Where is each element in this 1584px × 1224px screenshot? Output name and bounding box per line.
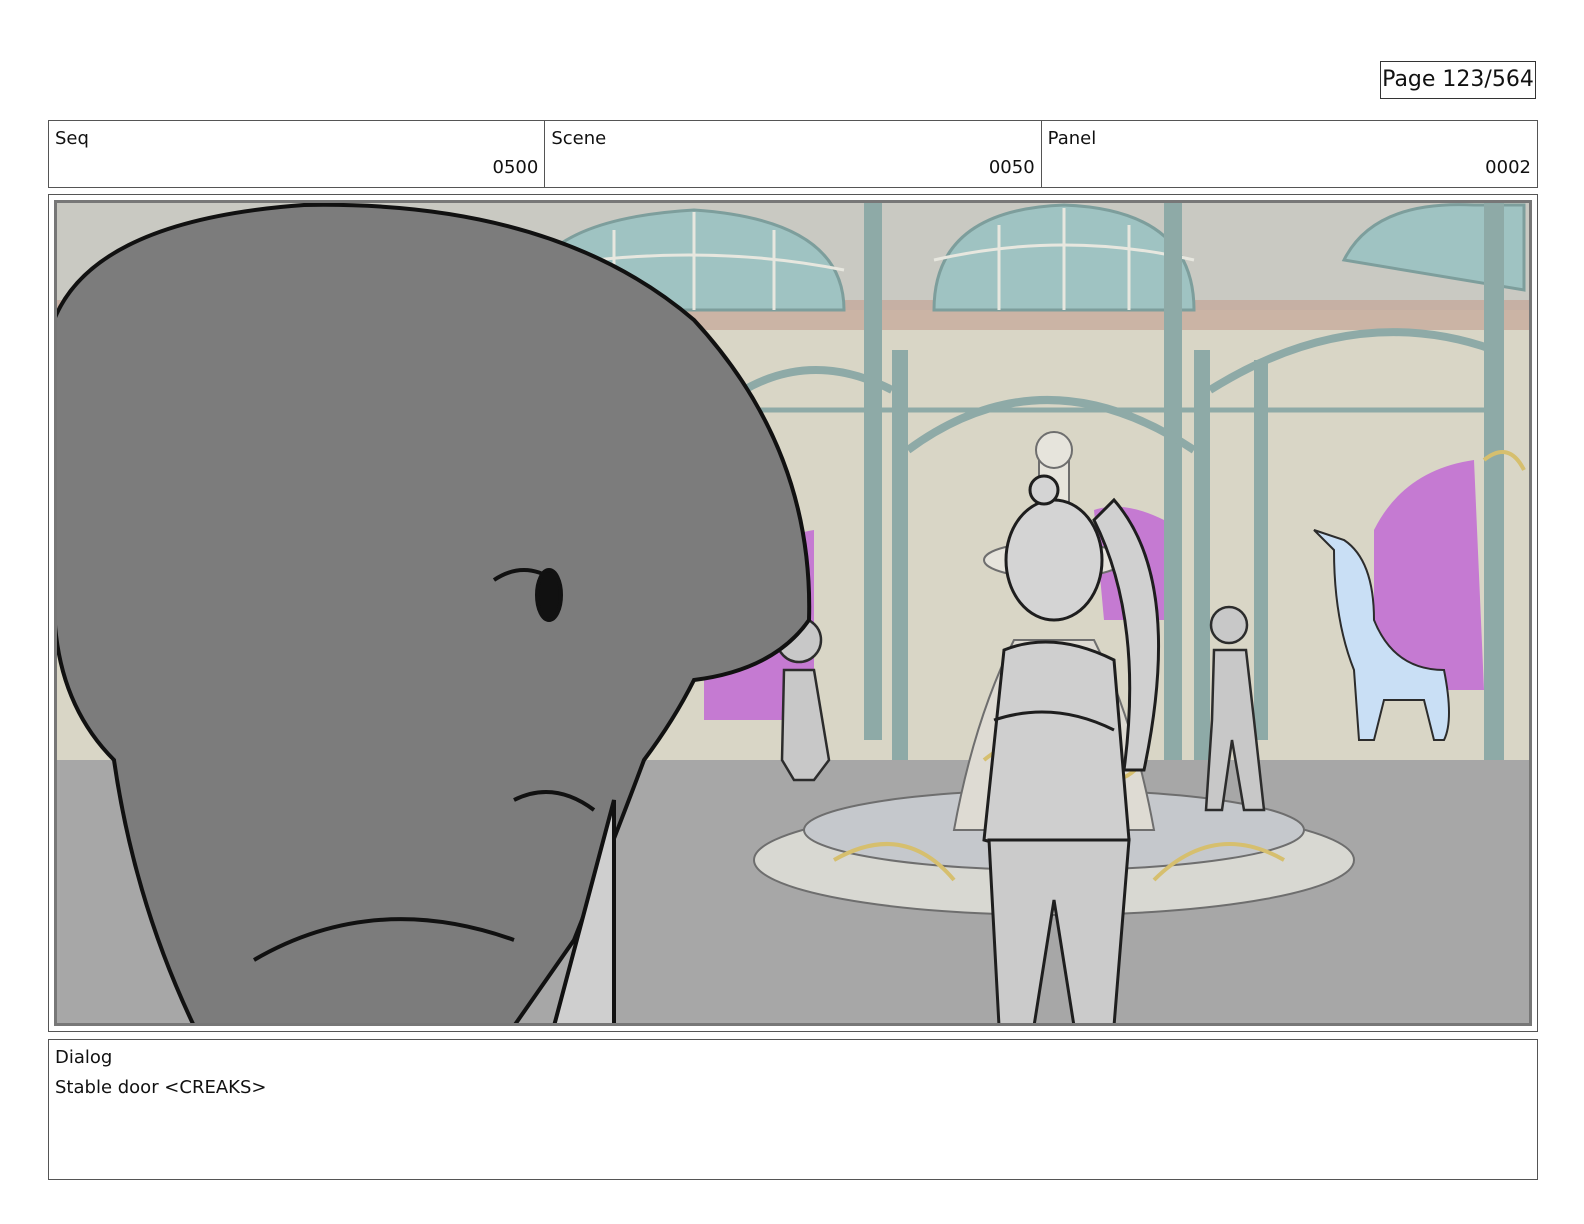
scene-cell: Scene 0050 bbox=[545, 121, 1042, 187]
scene-value: 0050 bbox=[988, 157, 1035, 178]
storyboard-frame bbox=[48, 194, 1538, 1032]
seq-value: 0500 bbox=[492, 157, 539, 178]
dialog-text: Stable door <CREAKS> bbox=[55, 1077, 267, 1098]
panel-value: 0002 bbox=[1485, 157, 1531, 178]
page-number: Page 123/564 bbox=[1380, 61, 1536, 99]
panel-label: Panel bbox=[1047, 128, 1097, 149]
dialog-box: Dialog Stable door <CREAKS> bbox=[48, 1039, 1538, 1180]
dialog-label: Dialog bbox=[55, 1047, 113, 1068]
scene-label: Scene bbox=[551, 128, 607, 149]
seq-label: Seq bbox=[55, 128, 89, 149]
storyboard-image bbox=[54, 200, 1532, 1026]
seq-cell: Seq 0500 bbox=[49, 121, 546, 187]
panel-cell: Panel 0002 bbox=[1042, 121, 1537, 187]
panel-header: Seq 0500 Scene 0050 Panel 0002 bbox=[48, 120, 1538, 188]
